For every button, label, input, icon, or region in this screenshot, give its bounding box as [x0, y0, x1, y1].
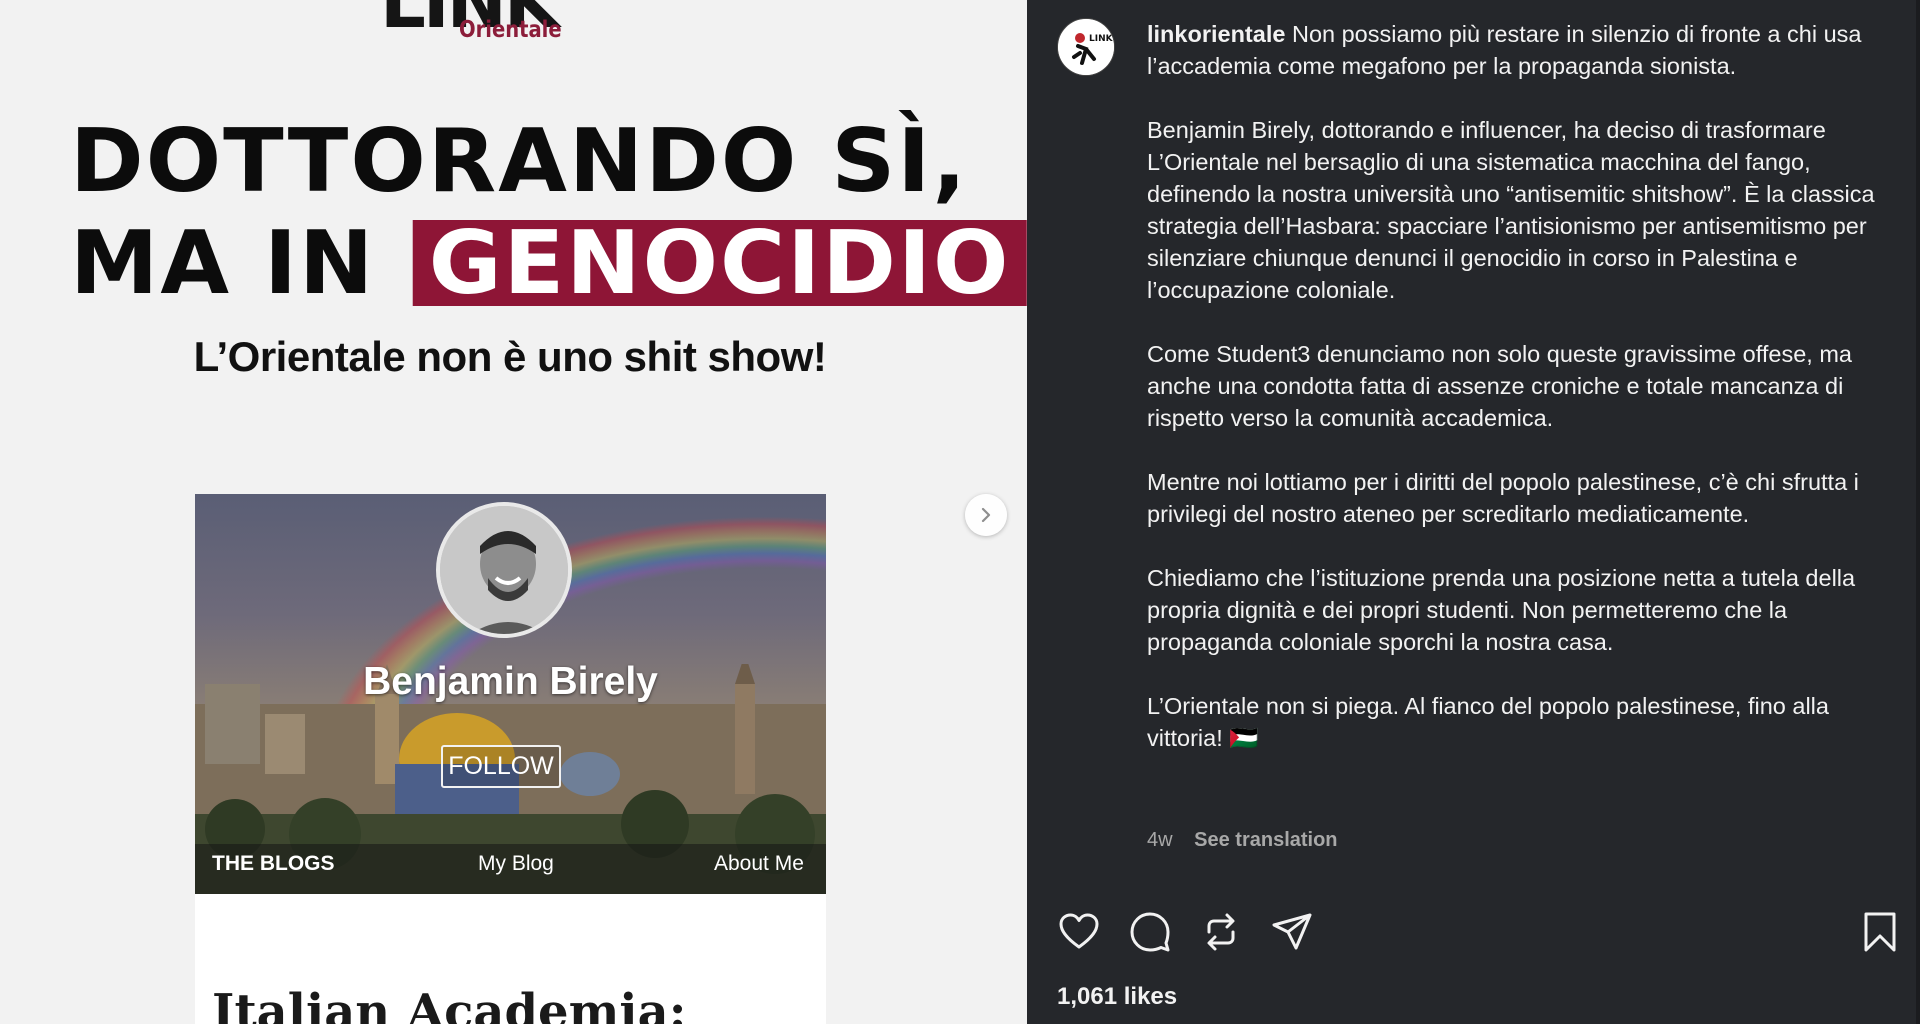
caption-paragraph: Come Student3 denunciamo non solo queste… — [1147, 341, 1852, 431]
repost-icon — [1207, 913, 1235, 951]
post-media: LINK Orientale DOTTORANDO SÌ, MA IN GENO… — [0, 0, 1027, 1024]
blog-screenshot-card: Benjamin Birely FOLLOW THE BLOGS My Blog… — [195, 494, 826, 1024]
logo-subtitle: Orientale — [459, 17, 562, 43]
bookmark-icon — [1864, 912, 1896, 952]
blog-hero-image: Benjamin Birely FOLLOW THE BLOGS My Blog… — [195, 494, 826, 894]
blog-article-title: Italian Academia: — [212, 984, 687, 1024]
comment-button[interactable] — [1128, 910, 1172, 954]
blog-nav: THE BLOGS My Blog About Me — [195, 834, 826, 894]
see-translation-link[interactable]: See translation — [1194, 829, 1337, 851]
post-caption: linkorientale Non possiamo più restare i… — [1147, 18, 1887, 786]
post-time-ago[interactable]: 4w — [1147, 829, 1173, 851]
headline-line-2-prefix: MA IN — [70, 212, 376, 314]
caption-paragraph: Chiediamo che l’istituzione prenda una p… — [1147, 565, 1856, 655]
blog-nav-the-blogs: THE BLOGS — [212, 852, 335, 875]
heart-icon — [1059, 913, 1099, 949]
headline-line-2: MA IN GENOCIDIO — [70, 212, 1027, 314]
post-side-panel: LINK linkorientale Non possiamo più rest… — [1027, 0, 1920, 1024]
blog-author-avatar — [436, 502, 572, 638]
post-username[interactable]: linkorientale — [1147, 21, 1285, 47]
blog-author-name: Benjamin Birely — [363, 660, 658, 703]
headline-line-1: DOTTORANDO SÌ, — [70, 110, 969, 212]
likes-count[interactable]: 1,061 likes — [1057, 983, 1177, 1011]
blog-nav-my-blog: My Blog — [478, 852, 554, 875]
comment-icon — [1130, 912, 1170, 952]
post-meta: 4w See translation — [1147, 829, 1338, 852]
save-button[interactable] — [1858, 910, 1902, 954]
headline-highlight: GENOCIDIO — [412, 220, 1027, 307]
caption-first-paragraph: linkorientale Non possiamo più restare i… — [1147, 18, 1887, 82]
share-icon — [1272, 913, 1312, 950]
caption-paragraph: Benjamin Birely, dottorando e influencer… — [1147, 117, 1875, 303]
profile-avatar[interactable]: LINK — [1057, 18, 1115, 76]
blog-follow-button: FOLLOW — [441, 745, 561, 788]
post-actions-bar — [1057, 910, 1902, 954]
panel-scrollbar[interactable] — [1916, 0, 1920, 1024]
carousel-next-button[interactable] — [965, 494, 1007, 536]
caption-paragraph: Mentre noi lottiamo per i diritti del po… — [1147, 469, 1859, 527]
repost-button[interactable] — [1199, 910, 1243, 954]
post-subheadline: L’Orientale non è uno shit show! — [193, 333, 827, 380]
caption-paragraph: L’Orientale non si piega. Al fianco del … — [1147, 693, 1829, 751]
svg-text:LINK: LINK — [1089, 34, 1114, 44]
post-headline: DOTTORANDO SÌ, MA IN GENOCIDIO — [70, 110, 1027, 314]
link-logo-avatar-icon: LINK — [1058, 19, 1114, 75]
share-button[interactable] — [1270, 910, 1314, 954]
blog-nav-about-me: About Me — [714, 852, 804, 875]
like-button[interactable] — [1057, 910, 1101, 954]
chevron-right-icon — [981, 507, 991, 523]
link-orientale-logo: LINK Orientale — [380, 0, 640, 50]
